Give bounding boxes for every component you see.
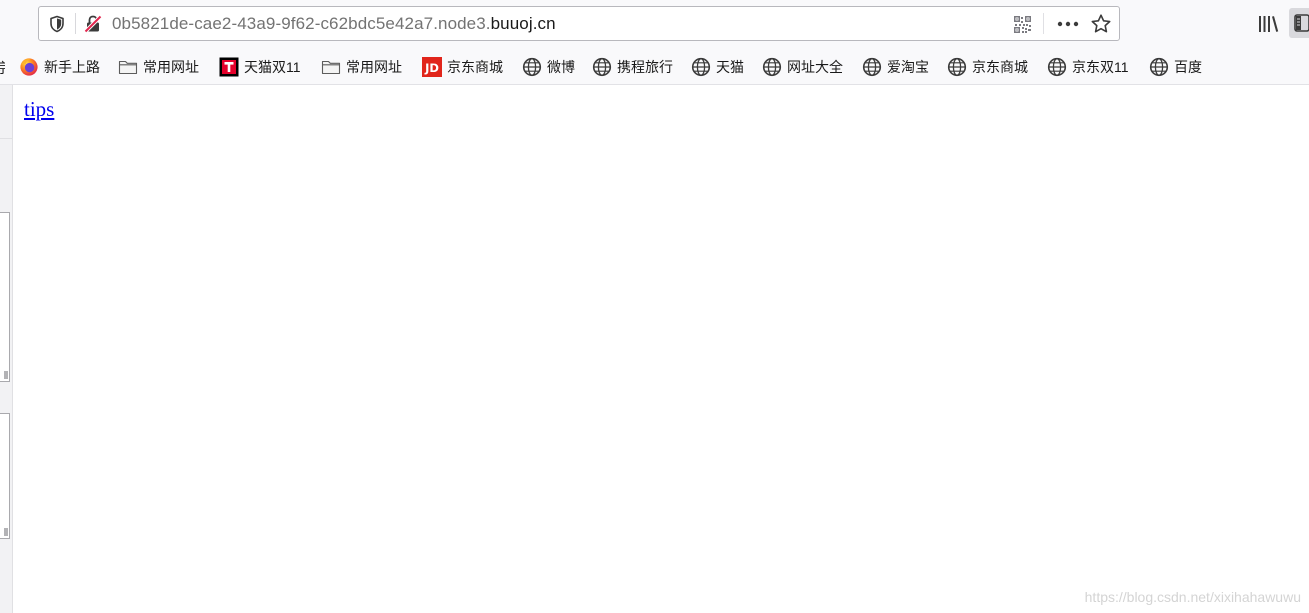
bookmark-label: 爱淘宝 (887, 58, 929, 75)
side-panel-edge (0, 85, 13, 613)
bookmark-item[interactable]: 京东商城 (947, 56, 1028, 77)
globe-icon (691, 57, 711, 76)
bookmark-label: 微博 (547, 58, 575, 75)
folder-icon (321, 60, 341, 74)
tmall-icon (219, 57, 239, 76)
firefox-icon (20, 57, 38, 76)
insecure-lock-icon[interactable] (83, 14, 103, 34)
bookmark-item[interactable]: 百度 (1149, 56, 1202, 77)
globe-icon (1149, 57, 1169, 76)
bookmarks-toolbar: 京 新手上路 常用网址 (0, 48, 1309, 85)
address-bar-divider (75, 13, 76, 34)
navigation-toolbar: 0b5821de-cae2-43a9-9f62-c62bdc5e42a7.nod… (0, 0, 1309, 48)
browser-window: 0b5821de-cae2-43a9-9f62-c62bdc5e42a7.nod… (0, 0, 1309, 613)
bookmark-item[interactable]: 携程旅行 (592, 56, 673, 77)
side-panel-divider (0, 138, 13, 139)
bookmark-label: 百度 (1174, 58, 1202, 75)
bookmark-label: 新手上路 (44, 58, 100, 75)
svg-text:JD: JD (424, 61, 439, 75)
address-bar[interactable]: 0b5821de-cae2-43a9-9f62-c62bdc5e42a7.nod… (38, 6, 1120, 41)
bookmark-item[interactable]: 微博 (522, 56, 575, 77)
bookmark-item[interactable]: 网址大全 (762, 56, 843, 77)
url-domain: buuoj.cn (490, 14, 556, 33)
bookmark-label: 天猫 (716, 58, 744, 75)
resize-grip-icon[interactable] (4, 528, 8, 536)
bookmark-folder[interactable]: 常用网址 (321, 56, 402, 77)
bookmark-label: 天猫双11 (244, 58, 301, 75)
bookmark-label: 京东商城 (447, 58, 503, 75)
globe-icon (1047, 57, 1067, 76)
sidebar-icon (1294, 14, 1309, 32)
globe-icon (762, 57, 782, 76)
globe-icon (522, 57, 542, 76)
watermark: https://blog.csdn.net/xixihahawuwu (1084, 589, 1301, 605)
url-prefix: 0b5821de-cae2-43a9-9f62-c62bdc5e42a7.nod… (112, 14, 491, 33)
bookmark-item[interactable]: 爱淘宝 (862, 56, 929, 77)
page-actions-divider (1043, 13, 1044, 34)
globe-icon (592, 57, 612, 76)
qr-code-icon[interactable] (1013, 15, 1032, 34)
side-panel-textarea[interactable] (0, 413, 10, 539)
bookmark-item[interactable]: JD 京东商城 (422, 56, 503, 77)
bookmark-label: 携程旅行 (617, 58, 673, 75)
resize-grip-icon[interactable] (4, 371, 8, 379)
tips-link[interactable]: tips (24, 97, 54, 122)
more-dots-icon[interactable] (1055, 15, 1081, 33)
side-panel-textarea[interactable] (0, 212, 10, 382)
bookmark-label: 京东商城 (972, 58, 1028, 75)
bookmark-item[interactable]: 天猫 (691, 56, 744, 77)
jd-icon: JD (422, 56, 442, 77)
shield-icon[interactable] (48, 15, 66, 33)
globe-icon (862, 57, 882, 76)
bookmark-clipped[interactable]: 京 (0, 58, 5, 78)
bookmark-item[interactable]: 新手上路 (19, 56, 100, 77)
url-text[interactable]: 0b5821de-cae2-43a9-9f62-c62bdc5e42a7.nod… (112, 14, 556, 34)
library-icon[interactable] (1256, 12, 1280, 36)
bookmark-label: 京东双11 (1072, 58, 1129, 75)
star-icon[interactable] (1090, 13, 1112, 35)
bookmark-label: 网址大全 (787, 58, 843, 75)
bookmark-item[interactable]: 天猫双11 (219, 56, 301, 77)
bookmark-folder[interactable]: 常用网址 (118, 56, 199, 77)
bookmark-label: 常用网址 (143, 58, 199, 75)
page-content: tips https://blog.csdn.net/xixihahawuwu (13, 86, 1309, 613)
folder-icon (118, 60, 138, 74)
bookmark-label: 常用网址 (346, 58, 402, 75)
sidebar-button[interactable] (1289, 8, 1309, 38)
globe-icon (947, 57, 967, 76)
bookmark-item[interactable]: 京东双11 (1047, 56, 1129, 77)
